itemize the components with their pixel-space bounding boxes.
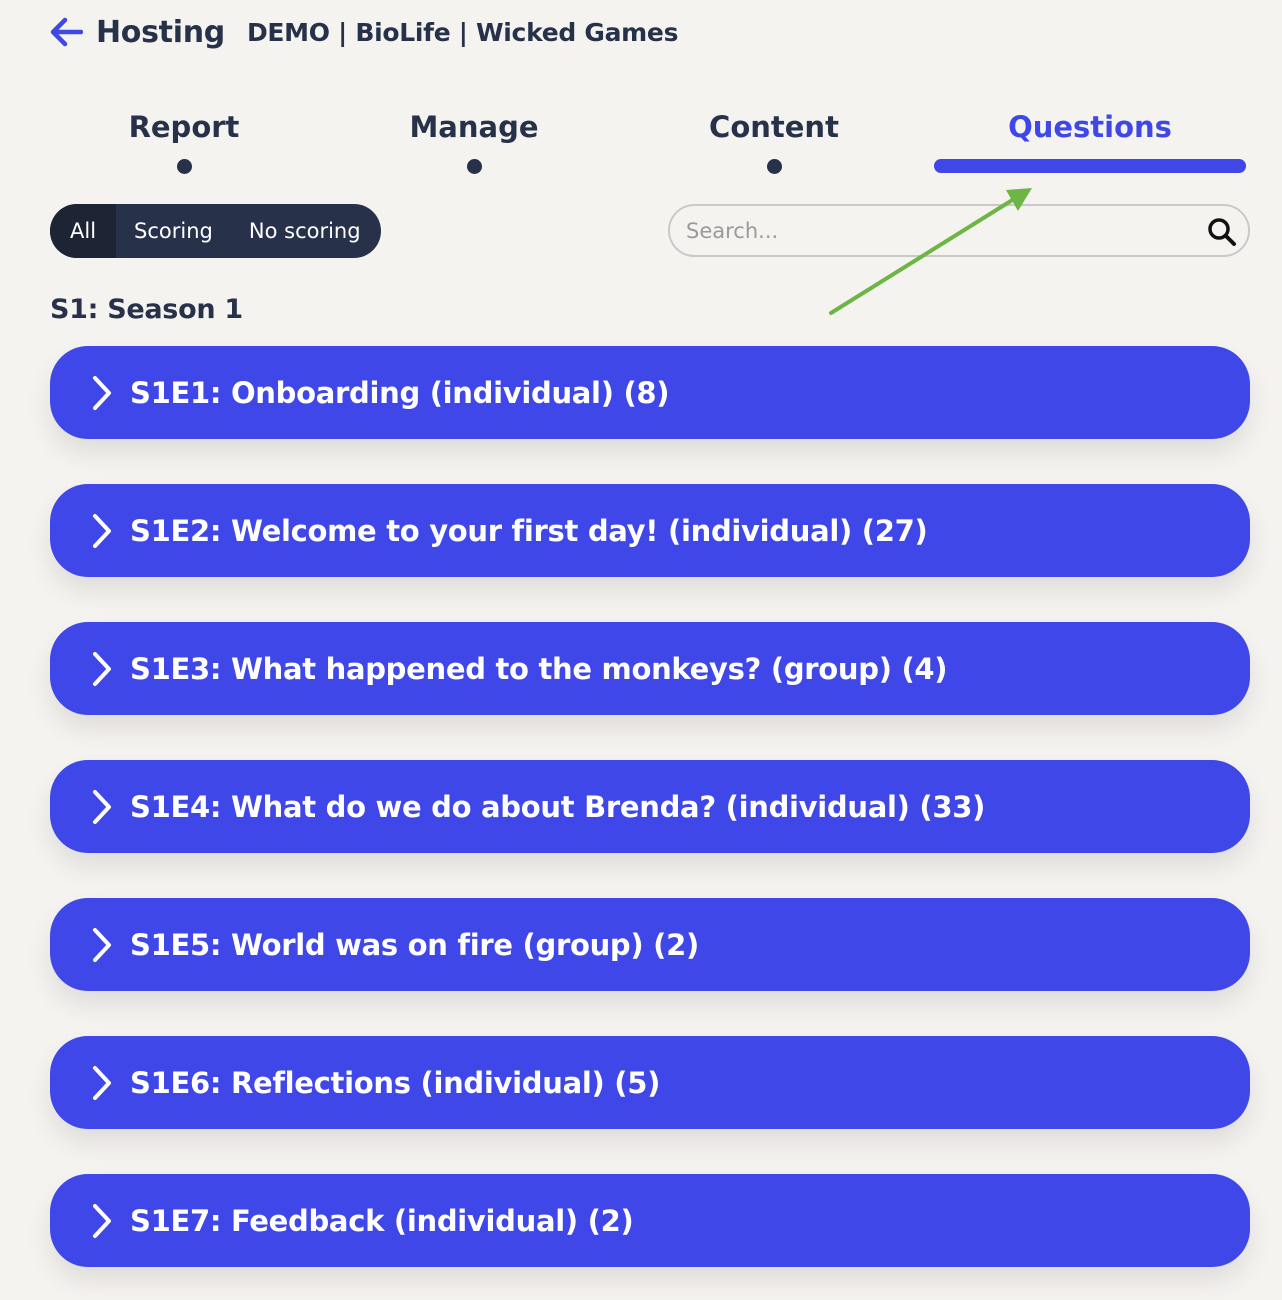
episode-label: S1E7: Feedback (individual) (2) (130, 1203, 634, 1238)
search-icon[interactable] (1204, 214, 1240, 250)
episode-row-s1e6[interactable]: S1E6: Reflections (individual) (5) (50, 1036, 1250, 1129)
episode-row-s1e7[interactable]: S1E7: Feedback (individual) (2) (50, 1174, 1250, 1267)
filter-scoring-button[interactable]: Scoring (116, 204, 231, 258)
scoring-filter: All Scoring No scoring (50, 204, 381, 258)
tab-content[interactable]: Content (624, 100, 924, 180)
search-box (668, 204, 1250, 257)
chevron-right-icon (90, 649, 118, 689)
episode-label: S1E2: Welcome to your first day! (indivi… (130, 513, 928, 548)
episode-list: S1E1: Onboarding (individual) (8) S1E2: … (50, 346, 1250, 1300)
episode-row-s1e4[interactable]: S1E4: What do we do about Brenda? (indiv… (50, 760, 1250, 853)
episode-label: S1E6: Reflections (individual) (5) (130, 1065, 661, 1100)
questions-page: Hosting DEMO | BioLife | Wicked Games Re… (0, 0, 1282, 1300)
episode-label: S1E1: Onboarding (individual) (8) (130, 375, 670, 410)
active-tab-indicator (934, 159, 1246, 173)
episode-row-s1e3[interactable]: S1E3: What happened to the monkeys? (gro… (50, 622, 1250, 715)
chevron-right-icon (90, 373, 118, 413)
episode-label: S1E4: What do we do about Brenda? (indiv… (130, 789, 986, 824)
tab-content-label: Content (709, 110, 839, 144)
tab-questions[interactable]: Questions (934, 100, 1246, 180)
episode-label: S1E5: World was on fire (group) (2) (130, 927, 699, 962)
back-arrow-icon[interactable] (48, 14, 84, 50)
page-header: Hosting DEMO | BioLife | Wicked Games (48, 8, 678, 56)
tab-content-dot (766, 159, 782, 174)
tab-questions-label: Questions (1008, 110, 1172, 144)
tab-report-dot (176, 159, 192, 174)
tab-manage-label: Manage (409, 110, 539, 144)
tab-report-label: Report (128, 110, 240, 144)
tab-report[interactable]: Report (34, 100, 334, 180)
tab-manage[interactable]: Manage (324, 100, 624, 180)
chevron-right-icon (90, 1201, 118, 1241)
main-tabs: Report Manage Content Questions (34, 100, 1250, 180)
episode-row-s1e1[interactable]: S1E1: Onboarding (individual) (8) (50, 346, 1250, 439)
filter-no-scoring-button[interactable]: No scoring (231, 204, 381, 258)
chevron-right-icon (90, 1063, 118, 1103)
season-title: S1: Season 1 (50, 294, 243, 325)
chevron-right-icon (90, 925, 118, 965)
chevron-right-icon (90, 511, 118, 551)
episode-label: S1E3: What happened to the monkeys? (gro… (130, 651, 948, 686)
chevron-right-icon (90, 787, 118, 827)
tab-manage-dot (466, 159, 482, 174)
episode-row-s1e5[interactable]: S1E5: World was on fire (group) (2) (50, 898, 1250, 991)
episode-row-s1e2[interactable]: S1E2: Welcome to your first day! (indivi… (50, 484, 1250, 577)
filter-all-button[interactable]: All (50, 204, 117, 258)
game-name: DEMO | BioLife | Wicked Games (246, 17, 679, 47)
search-input[interactable] (686, 218, 1186, 243)
page-title: Hosting (96, 14, 225, 50)
